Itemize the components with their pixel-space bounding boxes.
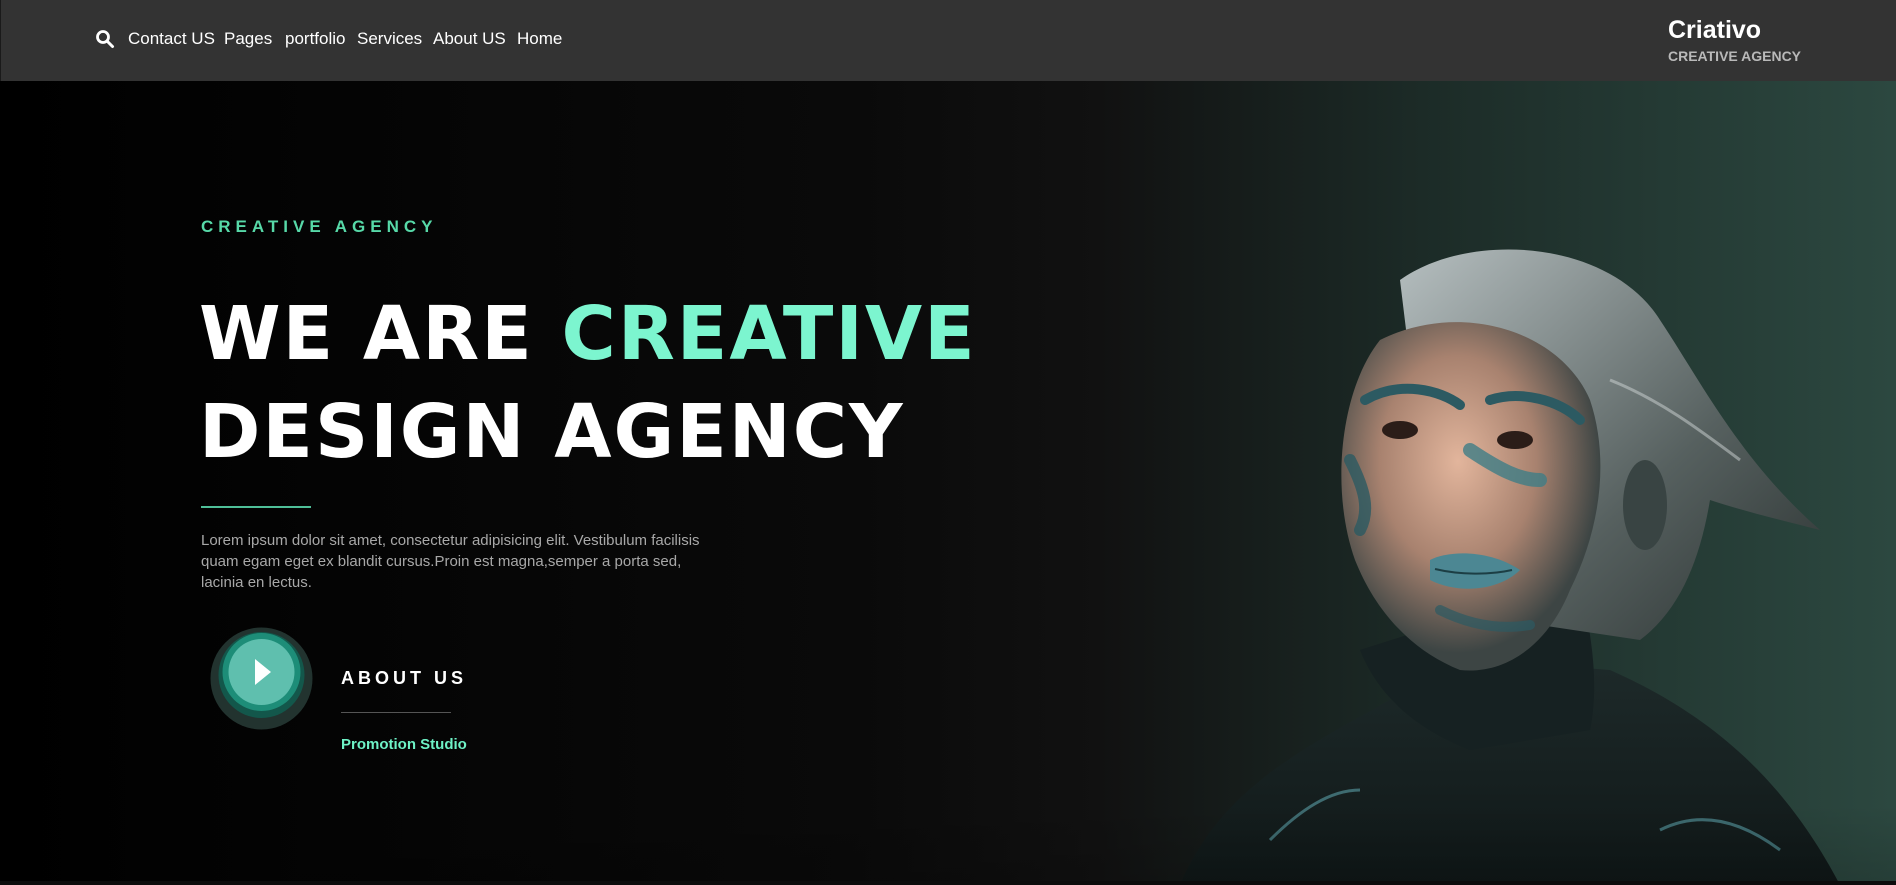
hero-overlay [0, 81, 1896, 885]
hero-eyebrow: CREATIVE AGENCY [201, 217, 438, 236]
brand-logo-title[interactable]: Criativo [1668, 15, 1761, 45]
nav-link-pages[interactable]: Pages [224, 29, 272, 49]
headline-white-text: WE ARE [199, 291, 562, 377]
brand-logo-subtitle: CREATIVE AGENCY [1668, 48, 1802, 64]
about-us-label[interactable]: ABOUT US [341, 668, 467, 688]
nav-link-home[interactable]: Home [517, 29, 562, 49]
hero-description: Lorem ipsum dolor sit amet, consectetur … [201, 532, 700, 591]
nav-link-contact-us[interactable]: Contact US [128, 29, 215, 49]
hero-headline: WE ARE CREATIVE DESIGN AGENCY [199, 285, 977, 481]
divider-line [201, 506, 311, 508]
headline-line-2: DESIGN AGENCY [199, 389, 905, 475]
nav-link-about-us[interactable]: About US [433, 29, 506, 49]
search-icon[interactable] [95, 29, 115, 49]
headline-accent-text: CREATIVE [561, 291, 977, 377]
promotion-studio-link[interactable]: Promotion Studio [341, 736, 467, 754]
bottom-edge [0, 881, 1896, 885]
play-button[interactable] [210, 627, 313, 730]
nav-link-services[interactable]: Services [357, 29, 422, 49]
about-divider [341, 712, 451, 713]
top-navigation-bar: Contact US Pages portfolio Services Abou… [0, 0, 1896, 81]
nav-link-portfolio[interactable]: portfolio [285, 29, 345, 49]
headline-line-1: WE ARE CREATIVE [199, 285, 977, 383]
